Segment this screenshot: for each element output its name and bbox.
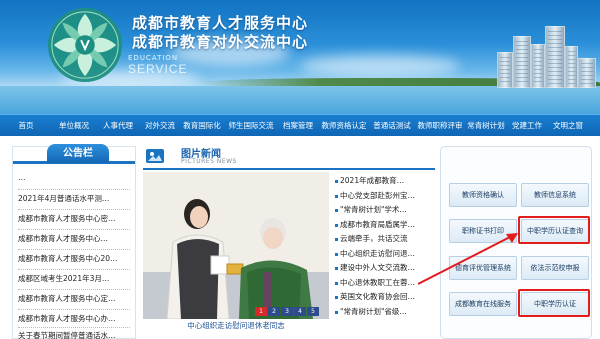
divider bbox=[18, 249, 130, 250]
notice-item[interactable]: 成都区域考生2021年3月… bbox=[18, 273, 132, 284]
notice-item[interactable]: 关于春节期间暂停普通话水… bbox=[18, 330, 132, 339]
vocational-degree-query-button[interactable]: 中职学历认证查询 bbox=[521, 219, 589, 243]
page-button-2[interactable]: 2 bbox=[268, 307, 280, 316]
notice-item[interactable]: … bbox=[18, 173, 132, 182]
notice-item[interactable]: 成都市教育人才服务中心办… bbox=[18, 313, 132, 324]
site-header-banner: 成都市教育人才服务中心 成都市教育对外交流中心 EDUCATION SERVIC… bbox=[0, 0, 600, 114]
chengdu-education-online-button[interactable]: 成都教育在线服务 bbox=[449, 292, 517, 316]
news-item[interactable]: 中心党支部赴彭州宝… bbox=[334, 189, 435, 204]
news-item[interactable]: 中心退休教职工在蓉… bbox=[334, 276, 435, 291]
site-english-line2: SERVICE bbox=[128, 62, 188, 76]
photo-pager: 1 2 3 4 5 bbox=[255, 307, 319, 316]
cloud-decoration bbox=[300, 55, 460, 77]
page-button-1[interactable]: 1 bbox=[255, 307, 267, 316]
site-english-line1: EDUCATION bbox=[128, 54, 179, 62]
nav-item-teacher-cert[interactable]: 教师资格认定 bbox=[318, 120, 370, 131]
site-title-line1: 成都市教育人才服务中心 bbox=[132, 14, 309, 32]
building-decoration bbox=[531, 44, 545, 88]
page-button-3[interactable]: 3 bbox=[281, 307, 293, 316]
picture-news-header: 图片新闻 PICTURES NEWS bbox=[143, 144, 435, 170]
divider bbox=[18, 309, 130, 310]
quick-links-panel: 教师资格确认 教师信息系统 职称证书打印 中职学历认证查询 德育评优管理系统 依… bbox=[440, 146, 592, 339]
nav-item-civilization[interactable]: 文明之窗 bbox=[548, 120, 588, 131]
news-item[interactable]: "常青树计划"省级… bbox=[334, 305, 435, 320]
teacher-qualification-confirm-button[interactable]: 教师资格确认 bbox=[449, 183, 517, 207]
picture-news-subtitle: PICTURES NEWS bbox=[181, 158, 237, 165]
nav-item-archives[interactable]: 档案管理 bbox=[278, 120, 318, 131]
divider bbox=[18, 209, 130, 210]
water-decoration bbox=[0, 86, 600, 114]
title-certificate-print-button[interactable]: 职称证书打印 bbox=[449, 219, 517, 243]
building-decoration bbox=[513, 36, 531, 88]
site-logo[interactable] bbox=[46, 6, 124, 84]
building-decoration bbox=[578, 58, 596, 88]
divider bbox=[18, 327, 130, 328]
page-button-5[interactable]: 5 bbox=[307, 307, 319, 316]
page: 成都市教育人才服务中心 成都市教育对外交流中心 EDUCATION SERVIC… bbox=[0, 0, 600, 339]
news-photo[interactable] bbox=[143, 172, 329, 319]
building-decoration bbox=[565, 46, 578, 88]
divider bbox=[18, 289, 130, 290]
nav-item-personnel-agency[interactable]: 人事代理 bbox=[96, 120, 140, 131]
nav-item-evergreen[interactable]: 常青树计划 bbox=[466, 120, 506, 131]
photo-caption[interactable]: 中心组织走访慰问退休老同志 bbox=[143, 319, 329, 333]
divider bbox=[18, 269, 130, 270]
picture-news-panel: 图片新闻 PICTURES NEWS 1 2 3 4 5 中心组织走访慰问退休老… bbox=[143, 144, 435, 339]
law-model-school-button[interactable]: 依法示范校申报 bbox=[521, 256, 589, 280]
nav-item-intl-exchange[interactable]: 师生国际交流 bbox=[224, 120, 278, 131]
site-title-line2: 成都市教育对外交流中心 bbox=[132, 33, 309, 51]
page-button-4[interactable]: 4 bbox=[294, 307, 306, 316]
news-item[interactable]: "常青树计划"学术… bbox=[334, 203, 435, 218]
notice-board: 公告栏 … 2021年4月普通话水平测… 成都市教育人才服务中心密… 成都市教育… bbox=[12, 144, 136, 339]
news-item[interactable]: 英国文化教育协会回… bbox=[334, 290, 435, 305]
nav-item-mandarin-test[interactable]: 普通话测试 bbox=[370, 120, 414, 131]
notice-item[interactable]: 成都市教育人才服务中心定… bbox=[18, 293, 132, 304]
notice-item[interactable]: 2021年4月普通话水平测… bbox=[18, 193, 132, 204]
nav-item-foreign-exchange[interactable]: 对外交流 bbox=[140, 120, 180, 131]
news-item[interactable]: 成都市教育局盾属学… bbox=[334, 218, 435, 233]
news-photo-illustration bbox=[143, 172, 329, 319]
main-nav: 首页 单位概况 人事代理 对外交流 教育国际化 师生国际交流 档案管理 教师资格… bbox=[0, 114, 600, 136]
nav-item-party-building[interactable]: 党建工作 bbox=[506, 120, 548, 131]
news-list: 2021年成都教育… 中心党支部赴彭州宝… "常青树计划"学术… 成都市教育局盾… bbox=[334, 174, 435, 319]
news-item[interactable]: 云端牵手，共话交流 bbox=[334, 232, 435, 247]
building-decoration bbox=[497, 52, 513, 88]
nav-item-home[interactable]: 首页 bbox=[0, 120, 52, 131]
picture-news-icon bbox=[146, 149, 164, 163]
notice-title: 公告栏 bbox=[47, 144, 109, 163]
news-item[interactable]: 中心组织走访慰问退… bbox=[334, 247, 435, 262]
divider bbox=[18, 189, 130, 190]
notice-item[interactable]: 成都市教育人才服务中心… bbox=[18, 233, 132, 244]
nav-item-about[interactable]: 单位概况 bbox=[52, 120, 96, 131]
teacher-info-system-button[interactable]: 教师信息系统 bbox=[521, 183, 589, 207]
vocational-degree-cert-button[interactable]: 中职学历认证 bbox=[521, 292, 589, 316]
notice-item[interactable]: 成都市教育人才服务中心密… bbox=[18, 213, 132, 224]
divider bbox=[18, 229, 130, 230]
nav-item-internationalization[interactable]: 教育国际化 bbox=[180, 120, 224, 131]
notice-item[interactable]: 成都市教育人才服务中心20… bbox=[18, 253, 132, 264]
news-item[interactable]: 2021年成都教育… bbox=[334, 174, 435, 189]
nav-item-title-review[interactable]: 教师职称评审 bbox=[414, 120, 466, 131]
news-item[interactable]: 建设中外人文交流教… bbox=[334, 261, 435, 276]
building-decoration bbox=[545, 26, 565, 88]
moral-education-system-button[interactable]: 德育评优管理系统 bbox=[449, 256, 517, 280]
